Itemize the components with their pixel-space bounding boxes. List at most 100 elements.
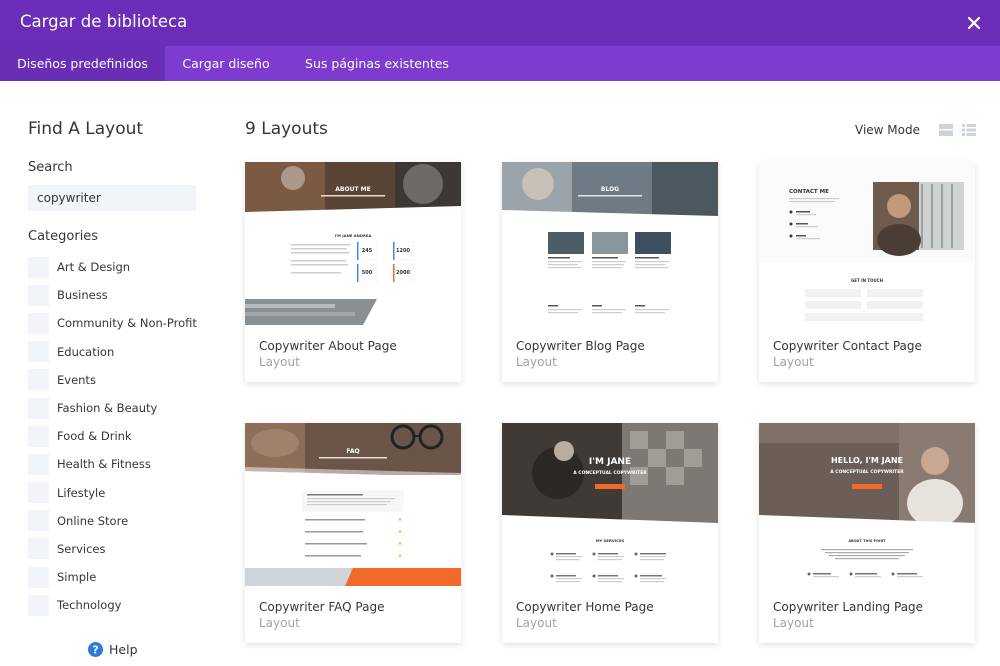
category-label: Events <box>57 372 96 387</box>
category-events[interactable]: Events <box>28 366 197 394</box>
thumb-form-title: GET IN TOUCH <box>851 278 883 283</box>
category-checkbox[interactable] <box>28 510 49 532</box>
search-input[interactable] <box>28 185 196 211</box>
layout-name: Copywriter FAQ Page <box>259 600 385 614</box>
category-technology[interactable]: Technology <box>28 591 197 619</box>
category-business[interactable]: Business <box>28 281 197 309</box>
layout-type: Layout <box>259 355 300 369</box>
category-label: Simple <box>57 570 97 585</box>
category-simple[interactable]: Simple <box>28 563 197 591</box>
category-label: Food & Drink <box>57 429 132 444</box>
category-checkbox[interactable] <box>28 482 49 504</box>
modal-title: Cargar de biblioteca <box>20 12 188 31</box>
close-button[interactable] <box>960 9 988 37</box>
category-label: Art & Design <box>57 260 131 275</box>
category-checkbox[interactable] <box>28 594 49 616</box>
thumb-banner-text: HELLO, I'M JANE <box>831 456 903 465</box>
category-checkbox[interactable] <box>28 312 49 334</box>
layout-type: Layout <box>516 355 557 369</box>
category-checkbox[interactable] <box>28 369 49 391</box>
category-label: Fashion & Beauty <box>57 401 158 416</box>
layout-card-about[interactable]: ABOUT ME I'M JANE ANDREA 245 1200 500 20… <box>245 162 461 382</box>
search-label: Search <box>28 160 73 175</box>
modal-header: Cargar de biblioteca <box>0 0 1000 46</box>
layout-type: Layout <box>259 616 300 630</box>
category-label: Online Store <box>57 513 129 528</box>
layout-card-home[interactable]: I'M JANE A CONCEPTUAL COPYWRITER MY SERV… <box>502 423 718 643</box>
category-checkbox[interactable] <box>28 425 49 447</box>
categories-label: Categories <box>28 229 99 244</box>
category-checkbox[interactable] <box>28 256 49 278</box>
list-view-icon <box>962 124 976 136</box>
layout-thumbnail: HELLO, I'M JANE A CONCEPTUAL COPYWRITER … <box>759 423 975 586</box>
category-checkbox[interactable] <box>28 453 49 475</box>
filter-sidebar: Find A Layout Search Categories Art & De… <box>0 81 225 666</box>
category-label: Services <box>57 541 106 556</box>
category-label: Lifestyle <box>57 485 106 500</box>
layout-type: Layout <box>773 355 814 369</box>
category-health-fitness[interactable]: Health & Fitness <box>28 450 197 478</box>
category-label: Health & Fitness <box>57 457 151 472</box>
list-view-button[interactable] <box>962 124 976 136</box>
layout-card-contact[interactable]: CONTACT ME GET IN TOUCH Copywriter Conta… <box>759 162 975 382</box>
category-label: Community & Non-Profit <box>57 316 197 331</box>
category-checkbox[interactable] <box>28 538 49 560</box>
layout-thumbnail: BLOG <box>502 162 718 325</box>
category-lifestyle[interactable]: Lifestyle <box>28 479 197 507</box>
thumb-stat: 1200 <box>396 248 410 254</box>
layout-card-blog[interactable]: BLOG Copywriter Blog Page Layout <box>502 162 718 382</box>
tab-bar: Diseños predefinidos Cargar diseño Sus p… <box>0 46 1000 81</box>
tab-existing-pages[interactable]: Sus páginas existentes <box>287 46 467 81</box>
layouts-count: 9 Layouts <box>245 119 328 139</box>
view-mode-label: View Mode <box>855 123 920 137</box>
category-food-drink[interactable]: Food & Drink <box>28 422 197 450</box>
thumb-section-text: ABOUT THIS POINT <box>848 539 886 543</box>
thumb-banner-text: FAQ <box>346 448 359 455</box>
layout-name: Copywriter Home Page <box>516 600 654 614</box>
svg-text:?: ? <box>92 644 98 656</box>
layout-thumbnail: CONTACT ME GET IN TOUCH <box>759 162 975 325</box>
thumb-stat: 2000 <box>396 270 410 276</box>
category-fashion-beauty[interactable]: Fashion & Beauty <box>28 394 197 422</box>
help-icon: ? <box>88 642 103 657</box>
category-art-design[interactable]: Art & Design <box>28 253 197 281</box>
tab-predefined-layouts[interactable]: Diseños predefinidos <box>0 46 165 81</box>
grid-view-button[interactable] <box>939 124 953 136</box>
thumb-sub-text: A CONCEPTUAL COPYWRITER <box>830 469 904 475</box>
layout-card-landing[interactable]: HELLO, I'M JANE A CONCEPTUAL COPYWRITER … <box>759 423 975 643</box>
layout-name: Copywriter Blog Page <box>516 339 645 353</box>
thumb-section-text: MY SERVICES <box>596 538 625 543</box>
library-modal: Cargar de biblioteca Diseños predefinido… <box>0 0 1000 666</box>
thumb-heading-text: CONTACT ME <box>789 189 829 195</box>
layout-name: Copywriter Landing Page <box>773 600 924 614</box>
category-label: Technology <box>57 598 122 613</box>
category-list: Art & Design Business Community & Non-Pr… <box>28 253 197 619</box>
category-community[interactable]: Community & Non-Profit <box>28 309 197 337</box>
category-education[interactable]: Education <box>28 338 197 366</box>
layouts-panel: 9 Layouts View Mode ABOUT ME I'M JANE AN… <box>225 81 1000 666</box>
help-link[interactable]: ? Help <box>88 642 138 657</box>
help-label: Help <box>109 642 138 657</box>
thumb-banner-text: ABOUT ME <box>335 186 370 193</box>
category-checkbox[interactable] <box>28 341 49 363</box>
layout-thumbnail: ABOUT ME I'M JANE ANDREA 245 1200 500 20… <box>245 162 461 325</box>
category-services[interactable]: Services <box>28 535 197 563</box>
layout-name: Copywriter Contact Page <box>773 339 922 353</box>
thumb-banner-text: I'M JANE <box>589 457 631 467</box>
layout-thumbnail: I'M JANE A CONCEPTUAL COPYWRITER MY SERV… <box>502 423 718 586</box>
category-label: Education <box>57 344 115 359</box>
category-checkbox[interactable] <box>28 397 49 419</box>
thumb-stat: 245 <box>362 248 373 254</box>
thumb-sub-text: A CONCEPTUAL COPYWRITER <box>573 470 647 476</box>
thumb-stat: 500 <box>362 270 373 276</box>
category-checkbox[interactable] <box>28 566 49 588</box>
category-online-store[interactable]: Online Store <box>28 507 197 535</box>
thumb-banner-text: BLOG <box>601 186 619 193</box>
grid-view-icon <box>939 124 953 136</box>
layout-type: Layout <box>773 616 814 630</box>
category-checkbox[interactable] <box>28 284 49 306</box>
layout-card-faq[interactable]: FAQ Copywriter FAQ Page Layout <box>245 423 461 643</box>
tab-load-layout[interactable]: Cargar diseño <box>165 46 287 81</box>
close-icon <box>967 16 981 30</box>
layout-thumbnail: FAQ <box>245 423 461 586</box>
